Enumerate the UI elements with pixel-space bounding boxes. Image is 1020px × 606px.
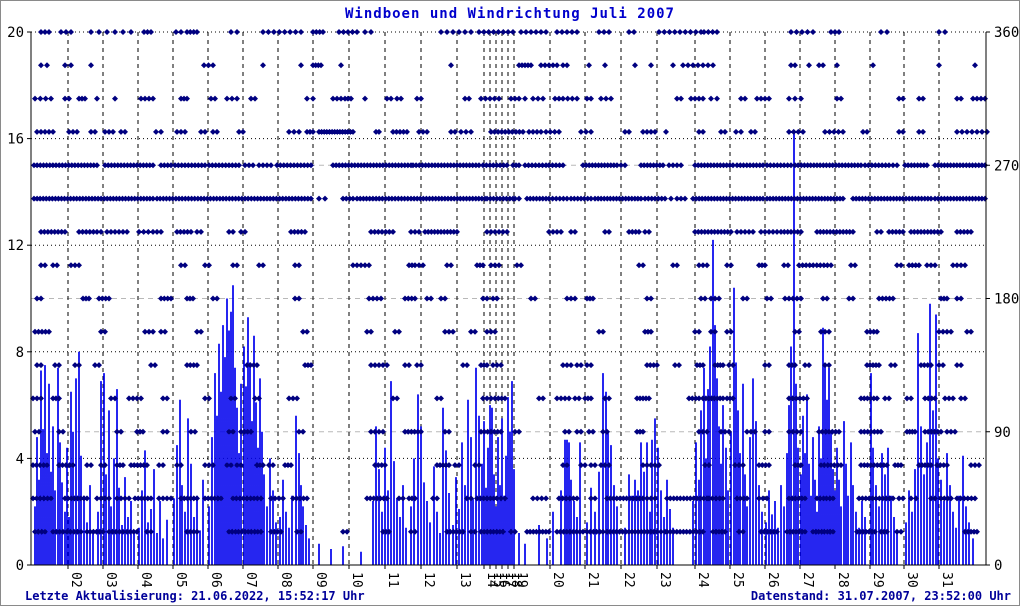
svg-text:90: 90	[994, 425, 1011, 441]
svg-text:23: 23	[657, 572, 672, 588]
wind-chart-canvas: 04812162009018027036002 03 04 05 06 07 08 09 10 1…	[7, 25, 1019, 588]
svg-text:16: 16	[7, 132, 24, 148]
svg-text:07: 07	[243, 572, 258, 588]
svg-text:13: 13	[457, 572, 472, 588]
svg-text:04: 04	[138, 572, 153, 588]
svg-text:270: 270	[994, 158, 1019, 174]
svg-text:22: 22	[621, 572, 636, 588]
svg-text:30: 30	[904, 572, 919, 588]
svg-text:24: 24	[695, 572, 710, 588]
svg-text:27: 27	[800, 572, 815, 588]
svg-text:06: 06	[208, 572, 223, 588]
svg-text:0: 0	[994, 558, 1002, 574]
svg-text:09: 09	[313, 572, 328, 588]
svg-text:20: 20	[550, 572, 565, 588]
svg-text:10: 10	[349, 572, 364, 588]
data-status-label: Datenstand: 31.07.2007, 23:52:00 Uhr	[750, 589, 1011, 603]
svg-text:08: 08	[278, 572, 293, 588]
svg-text:0: 0	[16, 558, 24, 574]
svg-text:26: 26	[765, 572, 780, 588]
svg-text:8: 8	[16, 345, 24, 361]
svg-text:21: 21	[585, 572, 600, 588]
svg-text:19: 19	[514, 572, 529, 588]
svg-text:05: 05	[173, 572, 188, 588]
svg-text:20: 20	[7, 25, 24, 41]
last-update-label: Letzte Aktualisierung: 21.06.2022, 15:52…	[25, 589, 365, 603]
svg-text:31: 31	[939, 572, 954, 588]
svg-text:180: 180	[994, 292, 1019, 308]
day-axis-labels: 02 03 04 05 06 07 08 09 10 11 12 13 141516171819 20 21…	[68, 572, 954, 588]
chart-panel: Windboen und Windrichtung Juli 2007 0481…	[0, 0, 1020, 606]
svg-text:12: 12	[421, 572, 436, 588]
svg-text:02: 02	[68, 572, 83, 588]
right-axis-labels: 0 90 180 270 360	[994, 25, 1019, 574]
svg-text:29: 29	[870, 572, 885, 588]
svg-text:03: 03	[103, 572, 118, 588]
svg-text:25: 25	[730, 572, 745, 588]
svg-text:4: 4	[16, 451, 24, 467]
svg-text:11: 11	[385, 572, 400, 588]
svg-text:12: 12	[7, 238, 24, 254]
svg-text:28: 28	[835, 572, 850, 588]
svg-text:360: 360	[994, 25, 1019, 41]
left-axis-labels: 0 4 8 12 16 20	[7, 25, 24, 574]
